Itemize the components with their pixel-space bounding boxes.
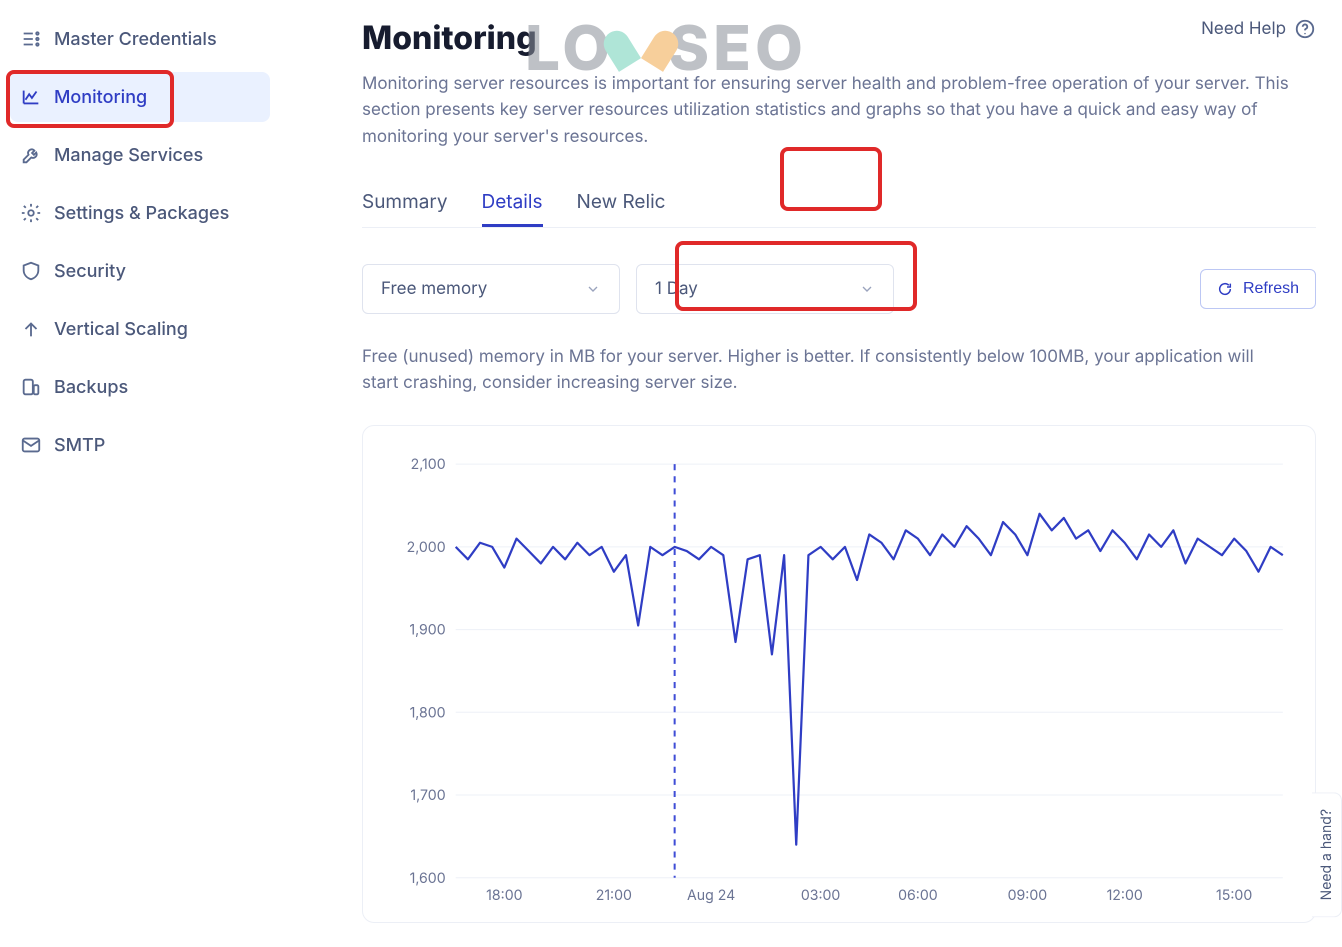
main-panel: Monitoring Need Help Monitoring server r… xyxy=(278,0,1342,947)
svg-text:15:00: 15:00 xyxy=(1216,887,1252,904)
sidebar-item-label: Backups xyxy=(54,377,128,398)
sidebar-item-label: Settings & Packages xyxy=(54,203,229,224)
svg-text:1,900: 1,900 xyxy=(409,621,445,638)
svg-text:12:00: 12:00 xyxy=(1107,887,1143,904)
sidebar-item-monitoring[interactable]: Monitoring xyxy=(10,72,270,122)
range-select-value: 1 Day xyxy=(655,279,698,299)
chevron-down-icon xyxy=(585,281,601,297)
watermark-left: LO xyxy=(525,10,614,85)
sidebar-item-label: Master Credentials xyxy=(54,29,217,50)
controls: Free memory 1 Day Refresh xyxy=(362,264,1316,314)
svg-text:2,000: 2,000 xyxy=(407,539,446,556)
chevron-down-icon xyxy=(859,281,875,297)
help-button[interactable]: Need Help xyxy=(1201,18,1316,40)
svg-text:18:00: 18:00 xyxy=(486,887,522,904)
need-a-hand-tab[interactable]: Need a hand? xyxy=(1312,792,1342,917)
metric-select[interactable]: Free memory xyxy=(362,264,620,314)
chart-svg: 2,100 2,000 1,900 1,800 1,700 1,600 18:00 21:00… xyxy=(375,444,1303,918)
watermark: LO SEO xyxy=(525,10,807,85)
tab-new-relic[interactable]: New Relic xyxy=(577,176,666,227)
svg-text:09:00: 09:00 xyxy=(1008,887,1048,904)
help-icon xyxy=(1294,18,1316,40)
metric-description: Free (unused) memory in MB for your serv… xyxy=(362,344,1262,397)
chart-line-icon xyxy=(20,86,42,108)
tab-summary[interactable]: Summary xyxy=(362,176,448,227)
sidebar-item-label: Monitoring xyxy=(54,87,147,108)
sidebar-item-security[interactable]: Security xyxy=(10,246,270,296)
refresh-label: Refresh xyxy=(1243,280,1299,298)
sidebar-item-backups[interactable]: Backups xyxy=(10,362,270,412)
shield-icon xyxy=(20,260,42,282)
svg-text:1,800: 1,800 xyxy=(410,704,446,721)
sidebar-item-master-credentials[interactable]: Master Credentials xyxy=(10,14,270,64)
arrow-up-icon xyxy=(20,318,42,340)
watermark-right: SEO xyxy=(668,10,807,85)
svg-text:03:00: 03:00 xyxy=(801,887,841,904)
svg-text:06:00: 06:00 xyxy=(898,887,938,904)
svg-text:1,600: 1,600 xyxy=(410,869,446,886)
sidebar-item-smtp[interactable]: SMTP xyxy=(10,420,270,470)
page-description: Monitoring server resources is important… xyxy=(362,71,1302,150)
sidebar-item-settings-packages[interactable]: Settings & Packages xyxy=(10,188,270,238)
help-label: Need Help xyxy=(1201,19,1286,39)
page-title: Monitoring xyxy=(362,18,537,57)
svg-text:21:00: 21:00 xyxy=(596,887,632,904)
wrench-icon xyxy=(20,144,42,166)
list-icon xyxy=(20,28,42,50)
svg-text:2,100: 2,100 xyxy=(411,456,446,473)
tabs: Summary Details New Relic xyxy=(362,176,1316,228)
database-icon xyxy=(20,376,42,398)
refresh-icon xyxy=(1217,281,1233,297)
svg-text:1,700: 1,700 xyxy=(410,787,445,804)
sidebar-item-manage-services[interactable]: Manage Services xyxy=(10,130,270,180)
sidebar-item-label: Manage Services xyxy=(54,145,203,166)
sidebar-item-label: Security xyxy=(54,261,126,282)
sidebar: Master Credentials Monitoring Manage Ser… xyxy=(0,0,278,947)
free-memory-chart: 2,100 2,000 1,900 1,800 1,700 1,600 18:00 21:00… xyxy=(362,425,1316,923)
refresh-button[interactable]: Refresh xyxy=(1200,269,1316,309)
svg-text:Aug 24: Aug 24 xyxy=(687,887,735,904)
watermark-heart-icon xyxy=(618,27,664,69)
mail-icon xyxy=(20,434,42,456)
tab-details[interactable]: Details xyxy=(482,176,543,227)
range-select[interactable]: 1 Day xyxy=(636,264,894,314)
sidebar-item-label: SMTP xyxy=(54,435,105,456)
metric-select-value: Free memory xyxy=(381,279,487,299)
sidebar-item-label: Vertical Scaling xyxy=(54,319,188,340)
sidebar-item-vertical-scaling[interactable]: Vertical Scaling xyxy=(10,304,270,354)
gear-icon xyxy=(20,202,42,224)
